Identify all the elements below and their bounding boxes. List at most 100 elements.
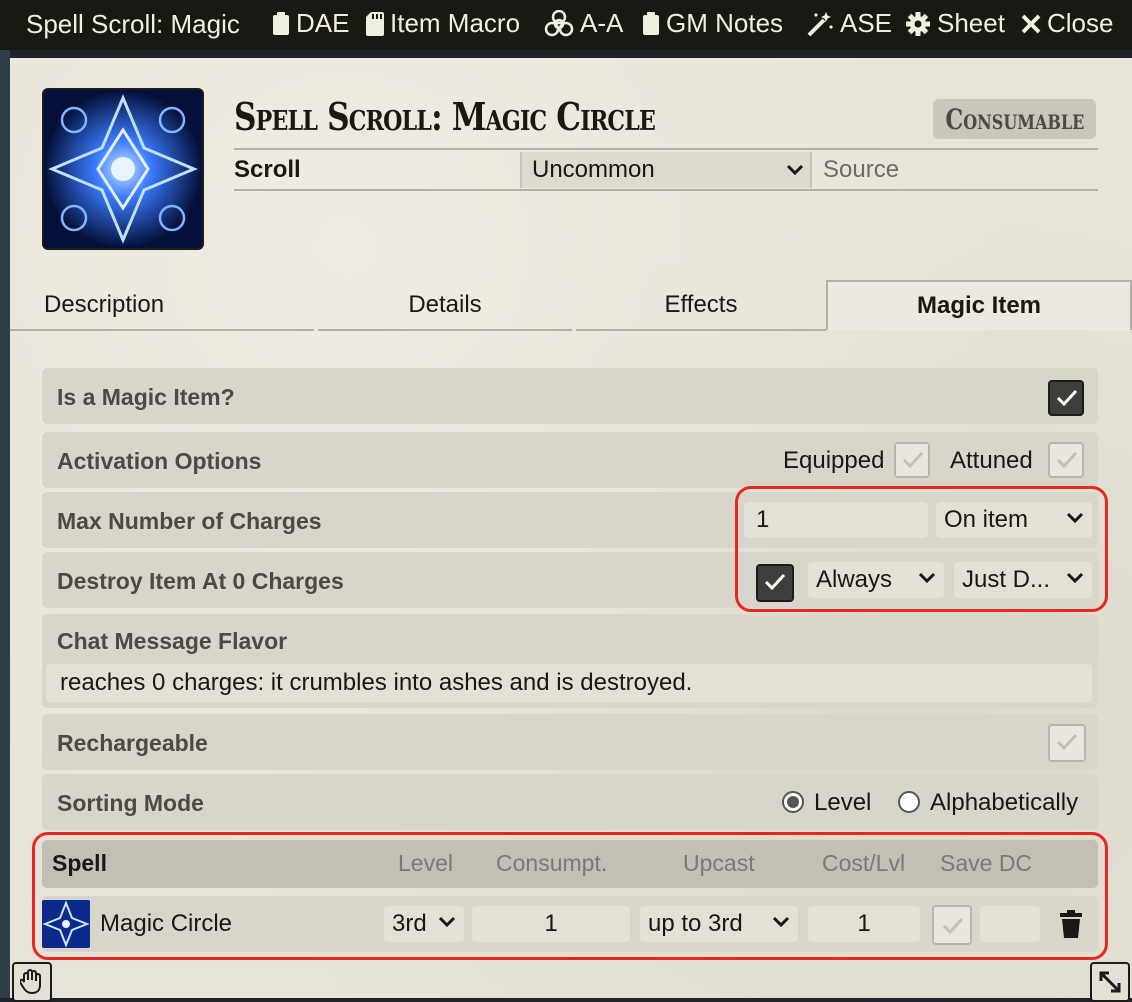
rarity-value: Uncommon xyxy=(532,156,655,183)
chevron-down-icon xyxy=(438,916,456,928)
canvas-background xyxy=(0,50,10,998)
checkmark-icon xyxy=(902,451,924,469)
gm-notes-button[interactable]: GM Notes xyxy=(642,8,783,39)
chevron-down-icon xyxy=(1066,572,1084,584)
equipped-checkbox[interactable] xyxy=(894,442,930,478)
checkmark-icon xyxy=(1056,451,1078,469)
sort-alpha-label: Alphabetically xyxy=(930,789,1079,816)
destroy-type-value: Just D... xyxy=(962,566,1051,593)
rarity-select[interactable]: Uncommon xyxy=(522,152,810,188)
upcast-value: up to 3rd xyxy=(648,910,743,937)
is-magic-item-label: Is a Magic Item? xyxy=(57,384,235,410)
item-type-label: Consumable xyxy=(945,102,1084,136)
source-field[interactable]: Source xyxy=(823,152,899,188)
close-icon xyxy=(1021,14,1041,33)
is-magic-item-checkbox[interactable] xyxy=(1048,380,1084,416)
sorting-mode-row: Sorting Mode Level Alphabetically xyxy=(42,774,1098,830)
divider xyxy=(810,152,812,188)
window-header[interactable]: Spell Scroll: Magic DAE Item Macro A-A G… xyxy=(0,0,1132,50)
hand-icon[interactable] xyxy=(12,962,52,1002)
sort-level-radio[interactable] xyxy=(782,791,804,813)
spells-table-header: Spell Level Consumpt. Upcast Cost/Lvl Sa… xyxy=(42,840,1098,888)
close-button[interactable]: Close xyxy=(1021,8,1113,39)
is-magic-item-row: Is a Magic Item? xyxy=(42,368,1098,424)
rechargeable-row: Rechargeable xyxy=(42,714,1098,770)
close-label: Close xyxy=(1047,8,1114,38)
chat-flavor-label: Chat Message Flavor xyxy=(57,628,288,654)
sheet-button[interactable]: Sheet xyxy=(905,8,1005,39)
a-a-label: A-A xyxy=(580,8,624,38)
gm-notes-label: GM Notes xyxy=(666,8,784,38)
dae-button[interactable]: DAE xyxy=(272,8,349,39)
checkmark-icon xyxy=(1056,389,1078,407)
chevron-down-icon xyxy=(772,916,790,928)
save-dc-input[interactable] xyxy=(980,906,1040,942)
sd-card-icon xyxy=(366,11,384,36)
chevron-down-icon xyxy=(1066,512,1084,524)
magic-circle-thumbnail[interactable] xyxy=(42,900,90,948)
cost-input[interactable]: 1 xyxy=(808,906,920,942)
window-title: Spell Scroll: Magic xyxy=(26,9,240,39)
sort-level-label: Level xyxy=(814,789,872,816)
item-portrait[interactable] xyxy=(42,88,204,250)
trash-icon[interactable] xyxy=(1060,910,1082,938)
spell-level-select[interactable]: 3rd xyxy=(384,906,464,942)
item-name[interactable]: Spell Scroll: Magic Circle xyxy=(234,94,656,139)
clipboard-icon xyxy=(643,11,659,35)
sheet-label: Sheet xyxy=(937,8,1005,38)
col-consumption: Consumpt. xyxy=(496,850,608,876)
magic-wand-icon xyxy=(807,11,833,36)
save-dc-checkbox[interactable] xyxy=(932,905,972,945)
tab-details[interactable]: Details xyxy=(318,280,572,330)
destroy-check-select[interactable]: Always xyxy=(808,562,944,598)
divider xyxy=(234,189,1098,191)
checkmark-icon xyxy=(942,917,964,935)
item-macro-button[interactable]: Item Macro xyxy=(366,8,520,39)
max-charges-row: Max Number of Charges 1 On item xyxy=(42,492,1098,548)
max-charges-input[interactable]: 1 xyxy=(744,502,928,538)
consumption-input[interactable]: 1 xyxy=(472,906,630,942)
sheet-tabs: Description Details Effects Magic Item xyxy=(10,280,1132,332)
equipped-label: Equipped xyxy=(783,447,885,474)
activation-options-label: Activation Options xyxy=(57,448,262,474)
charge-type-select[interactable]: On item xyxy=(936,502,1092,538)
rechargeable-label: Rechargeable xyxy=(57,730,208,756)
gear-icon xyxy=(906,11,930,36)
dae-label: DAE xyxy=(296,8,350,38)
resize-handle-icon[interactable] xyxy=(1090,962,1130,1002)
sort-alpha-radio[interactable] xyxy=(898,791,920,813)
ase-button[interactable]: ASE xyxy=(806,8,892,39)
destroy-type-select[interactable]: Just D... xyxy=(954,562,1092,598)
divider xyxy=(10,329,314,331)
tab-magic-item[interactable]: Magic Item xyxy=(826,280,1132,330)
attuned-checkbox[interactable] xyxy=(1048,442,1084,478)
chevron-down-icon xyxy=(786,164,804,176)
clipboard-icon xyxy=(273,11,289,35)
col-spell: Spell xyxy=(52,850,107,876)
destroy-row: Destroy Item At 0 Charges Always Just D.… xyxy=(42,552,1098,608)
activation-options-row: Activation Options Equipped Attuned xyxy=(42,432,1098,488)
tab-description[interactable]: Description xyxy=(10,280,314,330)
tab-effects[interactable]: Effects xyxy=(576,280,826,330)
biohazard-icon xyxy=(544,9,574,36)
spell-name[interactable]: Magic Circle xyxy=(100,910,232,938)
spell-level-value: 3rd xyxy=(392,910,427,937)
destroy-check-value: Always xyxy=(816,566,893,593)
rechargeable-checkbox[interactable] xyxy=(1048,724,1086,762)
item-macro-label: Item Macro xyxy=(390,8,521,38)
destroy-checkbox[interactable] xyxy=(756,564,794,602)
item-subtype[interactable]: Scroll xyxy=(234,152,301,188)
col-level: Level xyxy=(398,850,453,876)
item-type-badge: Consumable xyxy=(933,99,1096,139)
attuned-label: Attuned xyxy=(950,447,1033,474)
charge-type-value: On item xyxy=(944,506,1029,533)
table-row: Magic Circle 3rd 1 up to 3rd 1 xyxy=(42,896,1098,952)
divider xyxy=(234,148,1098,150)
chat-flavor-input[interactable]: reaches 0 charges: it crumbles into ashe… xyxy=(46,664,1092,702)
col-save-dc: Save DC xyxy=(940,850,1033,876)
checkmark-icon xyxy=(764,573,786,591)
a-a-button[interactable]: A-A xyxy=(544,8,623,39)
item-sheet-window: Spell Scroll: Magic Circle Consumable Sc… xyxy=(10,58,1132,998)
upcast-select[interactable]: up to 3rd xyxy=(640,906,798,942)
destroy-label: Destroy Item At 0 Charges xyxy=(57,568,344,594)
